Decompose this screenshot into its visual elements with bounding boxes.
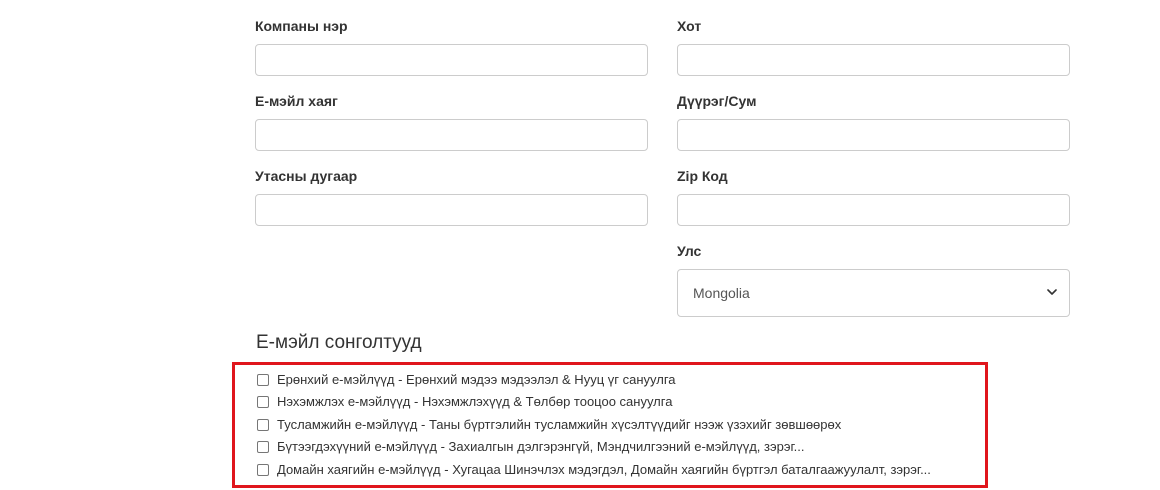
city-label: Хот — [677, 18, 702, 34]
country-label: Улс — [677, 243, 702, 259]
email-address-label: Е-мэйл хаяг — [255, 93, 338, 109]
email-option-general[interactable]: Ерөнхий е-мэйлүүд - Ерөнхий мэдээ мэдээл… — [257, 370, 676, 390]
email-address-input[interactable] — [255, 119, 648, 151]
country-selected-value: Mongolia — [693, 285, 750, 301]
zip-code-field: Zip Код — [677, 166, 1070, 226]
email-option-domain[interactable]: Домайн хаягийн е-мэйлүүд - Хугацаа Шинэч… — [257, 460, 931, 480]
email-option-support[interactable]: Тусламжийн е-мэйлүүд - Таны бүртгэлийн т… — [257, 415, 841, 435]
email-address-field: Е-мэйл хаяг — [255, 91, 648, 151]
support-emails-checkbox[interactable] — [257, 419, 269, 431]
product-emails-checkbox[interactable] — [257, 441, 269, 453]
district-input[interactable] — [677, 119, 1070, 151]
chevron-down-icon — [1047, 289, 1057, 295]
support-emails-label: Тусламжийн е-мэйлүүд - Таны бүртгэлийн т… — [277, 417, 842, 432]
general-emails-checkbox[interactable] — [257, 374, 269, 386]
general-emails-label: Ерөнхий е-мэйлүүд - Ерөнхий мэдээ мэдээл… — [277, 372, 676, 387]
phone-number-label: Утасны дугаар — [255, 168, 358, 184]
contact-details-form: Компаны нэр Е-мэйл хаяг Утасны дугаар Хо… — [0, 0, 1160, 490]
company-name-input[interactable] — [255, 44, 648, 76]
phone-number-field: Утасны дугаар — [255, 166, 648, 226]
company-name-field: Компаны нэр — [255, 16, 648, 76]
district-field: Дүүрэг/Сум — [677, 91, 1070, 151]
zip-code-label: Zip Код — [677, 168, 728, 184]
email-preferences-list: Ерөнхий е-мэйлүүд - Ерөнхий мэдээ мэдээл… — [232, 362, 988, 488]
country-field: Улс Mongolia — [677, 241, 1070, 317]
city-field: Хот — [677, 16, 1070, 76]
domain-emails-checkbox[interactable] — [257, 464, 269, 476]
country-select[interactable]: Mongolia — [677, 269, 1070, 317]
city-input[interactable] — [677, 44, 1070, 76]
invoice-emails-label: Нэхэмжлэх е-мэйлүүд - Нэхэмжлэхүүд & Төл… — [277, 394, 673, 409]
email-option-product[interactable]: Бүтээгдэхүүний е-мэйлүүд - Захиалгын дэл… — [257, 437, 804, 457]
zip-code-input[interactable] — [677, 194, 1070, 226]
invoice-emails-checkbox[interactable] — [257, 396, 269, 408]
domain-emails-label: Домайн хаягийн е-мэйлүүд - Хугацаа Шинэч… — [277, 462, 931, 477]
district-label: Дүүрэг/Сум — [677, 93, 757, 109]
product-emails-label: Бүтээгдэхүүний е-мэйлүүд - Захиалгын дэл… — [277, 439, 805, 454]
company-name-label: Компаны нэр — [255, 18, 348, 34]
phone-number-input[interactable] — [255, 194, 648, 226]
email-preferences-title: Е-мэйл сонголтууд — [256, 332, 422, 353]
email-option-invoice[interactable]: Нэхэмжлэх е-мэйлүүд - Нэхэмжлэхүүд & Төл… — [257, 392, 672, 412]
